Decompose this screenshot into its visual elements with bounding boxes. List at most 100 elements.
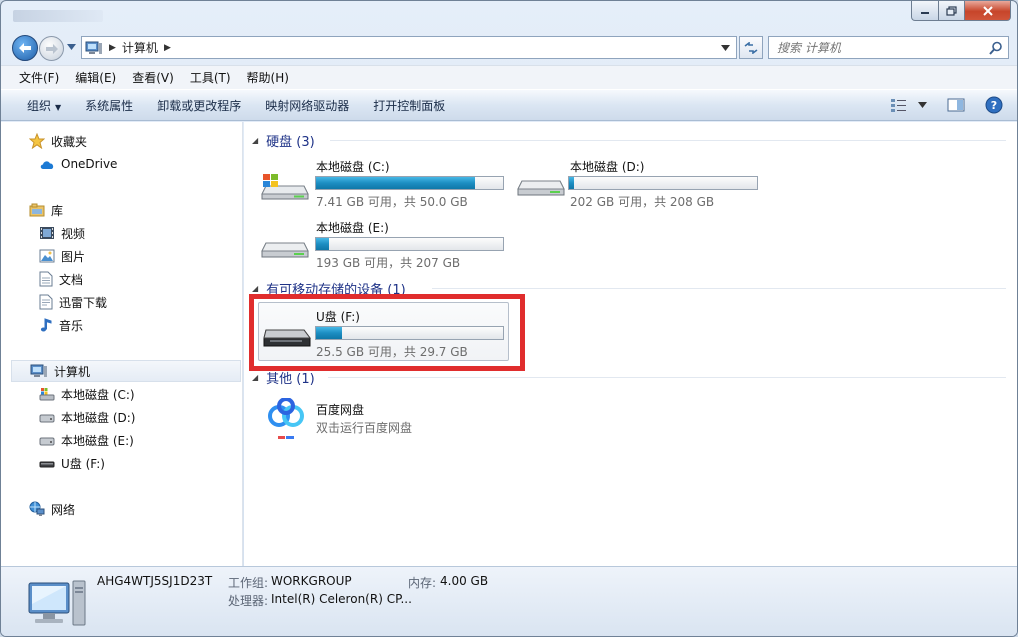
nav-pictures-label: 图片 xyxy=(61,249,86,264)
nav-network[interactable]: 网络 xyxy=(29,498,75,520)
close-button[interactable] xyxy=(965,1,1011,21)
organize-button[interactable]: 组织 ▼ xyxy=(19,97,73,114)
nav-drive-f[interactable]: U盘 (F:) xyxy=(39,452,105,474)
nav-drive-c-label: 本地磁盘 (C:) xyxy=(61,387,135,402)
memory-value: 4.00 GB xyxy=(440,574,489,588)
open-control-panel-button[interactable]: 打开控制面板 xyxy=(361,97,457,114)
nav-libraries[interactable]: 库 xyxy=(29,199,63,221)
nav-drive-d[interactable]: 本地磁盘 (D:) xyxy=(39,406,135,428)
maximize-button[interactable] xyxy=(939,1,965,21)
uninstall-program-button[interactable]: 卸载或更改程序 xyxy=(145,97,253,114)
library-icon xyxy=(29,203,45,217)
menu-edit[interactable]: 编辑(E) xyxy=(67,69,124,86)
nav-drive-c[interactable]: 本地磁盘 (C:) xyxy=(39,383,135,405)
nav-favorites[interactable]: 收藏夹 xyxy=(29,130,87,152)
refresh-button[interactable] xyxy=(739,36,763,59)
workgroup-value: WORKGROUP xyxy=(271,574,352,588)
nav-onedrive-label: OneDrive xyxy=(61,157,118,171)
nav-xunlei[interactable]: 迅雷下载 xyxy=(39,291,107,313)
svg-text:?: ? xyxy=(991,99,997,112)
menu-view[interactable]: 查看(V) xyxy=(124,69,182,86)
nav-videos-label: 视频 xyxy=(61,226,86,241)
picture-icon xyxy=(39,249,55,263)
address-dropdown-icon[interactable] xyxy=(721,45,730,51)
breadcrumb-chevron-icon[interactable]: ▶ xyxy=(164,43,171,53)
minimize-button[interactable] xyxy=(911,1,939,21)
forward-button[interactable] xyxy=(39,36,64,61)
computer-icon xyxy=(85,41,102,54)
navigation-row: ▶ 计算机 ▶ xyxy=(1,33,1017,63)
drive-e-free-space: 193 GB 可用，共 207 GB xyxy=(316,256,461,270)
content-pane: ◢ 硬盘 (3) 本地磁盘 (C:) 7.41 GB 可用，共 50.0 GB … xyxy=(244,122,1017,566)
explorer-window: ▶ 计算机 ▶ 文件(F) 编辑(E) 查看(V) 工具(T) 帮助(H) 组织… xyxy=(0,0,1018,637)
details-pane: AHG4WTJ5SJ1D23T 工作组: WORKGROUP 内存: 4.00 … xyxy=(1,566,1017,636)
menu-bar: 文件(F) 编辑(E) 查看(V) 工具(T) 帮助(H) xyxy=(1,65,1017,89)
drive-d-usage-fill xyxy=(569,177,575,189)
drive-c-usage-bar xyxy=(315,176,504,190)
cpu-value: Intel(R) Celeron(R) CP... xyxy=(271,592,412,606)
nav-computer[interactable]: 计算机 xyxy=(11,360,241,382)
change-view-icon[interactable] xyxy=(890,97,908,113)
refresh-icon xyxy=(744,41,758,54)
system-properties-button[interactable]: 系统属性 xyxy=(73,97,145,114)
nav-videos[interactable]: 视频 xyxy=(39,222,85,244)
group-hdd-label: 硬盘 (3) xyxy=(266,134,315,150)
computer-icon xyxy=(30,364,47,377)
group-header-hdd[interactable]: ◢ 硬盘 (3) xyxy=(252,130,315,150)
minimize-icon xyxy=(921,11,929,14)
hard-drive-icon xyxy=(261,242,309,258)
history-dropdown-icon[interactable] xyxy=(67,44,76,50)
view-controls: ? xyxy=(890,96,1003,114)
menu-file[interactable]: 文件(F) xyxy=(11,69,67,86)
address-bar[interactable]: ▶ 计算机 ▶ xyxy=(81,36,737,59)
group-divider xyxy=(328,377,1006,378)
drive-e-name: 本地磁盘 (E:) xyxy=(316,221,389,235)
title-bar[interactable] xyxy=(1,1,1017,33)
collapse-triangle-icon[interactable]: ◢ xyxy=(252,136,258,145)
close-icon xyxy=(982,5,993,16)
network-icon xyxy=(29,501,45,516)
computer-large-icon xyxy=(28,580,86,626)
group-header-other[interactable]: ◢ 其他 (1) xyxy=(252,367,315,387)
breadcrumb-separator-icon[interactable]: ▶ xyxy=(109,43,116,53)
star-icon xyxy=(29,133,45,149)
menu-tools[interactable]: 工具(T) xyxy=(182,69,239,86)
group-other-label: 其他 (1) xyxy=(266,371,315,387)
nav-onedrive[interactable]: OneDrive xyxy=(39,153,117,175)
video-icon xyxy=(40,227,54,239)
organize-label: 组织 xyxy=(27,98,52,113)
search-input[interactable] xyxy=(777,40,987,55)
drive-e-usage-bar xyxy=(315,237,504,251)
drive-c-free-space: 7.41 GB 可用，共 50.0 GB xyxy=(316,195,468,209)
help-icon[interactable]: ? xyxy=(985,96,1003,114)
nav-drive-e[interactable]: 本地磁盘 (E:) xyxy=(39,429,134,451)
workgroup-label: 工作组: xyxy=(228,576,269,590)
restore-icon xyxy=(945,5,957,16)
nav-music[interactable]: 音乐 xyxy=(39,314,83,336)
music-note-icon xyxy=(40,318,52,332)
nav-xunlei-label: 迅雷下载 xyxy=(59,295,108,310)
back-button[interactable] xyxy=(12,35,38,61)
search-box[interactable] xyxy=(768,36,1009,59)
hard-drive-icon xyxy=(39,437,55,446)
group-divider xyxy=(330,140,1006,141)
cpu-label: 处理器: xyxy=(228,594,269,608)
nav-documents[interactable]: 文档 xyxy=(39,268,83,290)
nav-music-label: 音乐 xyxy=(59,318,84,333)
group-divider xyxy=(432,288,1006,289)
command-bar: 组织 ▼ 系统属性 卸载或更改程序 映射网络驱动器 打开控制面板 ? xyxy=(1,89,1017,121)
preview-pane-icon[interactable] xyxy=(947,97,965,113)
usb-drive-icon xyxy=(39,461,55,468)
menu-help[interactable]: 帮助(H) xyxy=(239,69,297,86)
baidu-netdisk-icon xyxy=(268,398,304,439)
collapse-triangle-icon[interactable]: ◢ xyxy=(252,284,258,293)
navigation-pane: 收藏夹 OneDrive 库 视频 图片 文档 迅雷下载 音乐 计算机 本地磁盘… xyxy=(1,122,243,566)
cloud-icon xyxy=(40,161,54,169)
nav-computer-label: 计算机 xyxy=(54,364,91,379)
map-network-drive-button[interactable]: 映射网络驱动器 xyxy=(253,97,361,114)
nav-pictures[interactable]: 图片 xyxy=(39,245,85,267)
search-icon[interactable] xyxy=(989,41,1003,55)
view-dropdown-icon[interactable] xyxy=(918,102,927,108)
collapse-triangle-icon[interactable]: ◢ xyxy=(252,373,258,382)
breadcrumb-computer[interactable]: 计算机 xyxy=(122,39,158,56)
